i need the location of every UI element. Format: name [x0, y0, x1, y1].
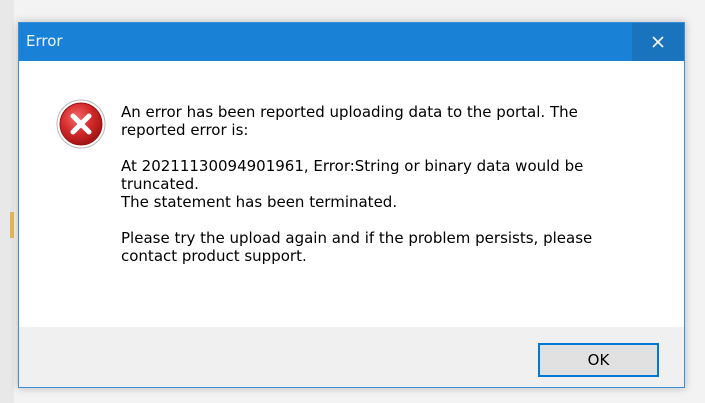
error-x-icon [56, 99, 106, 149]
message-error-detail: At 20211130094901961, Error:String or bi… [121, 157, 661, 211]
message-line: At 20211130094901961, Error:String or bi… [121, 157, 584, 175]
title-bar[interactable]: Error [19, 23, 684, 61]
message-line: truncated. [121, 175, 199, 193]
message-instructions: Please try the upload again and if the p… [121, 229, 661, 265]
close-button[interactable] [632, 23, 684, 61]
dialog-footer: OK [19, 327, 684, 387]
close-icon [652, 36, 664, 48]
message-line: The statement has been terminated. [121, 193, 398, 211]
message-line: reported error is: [121, 121, 249, 139]
dialog-title: Error [26, 32, 63, 50]
message-intro: An error has been reported uploading dat… [121, 103, 661, 139]
dialog-content: An error has been reported uploading dat… [19, 61, 684, 327]
background-highlight [10, 212, 14, 238]
error-message: An error has been reported uploading dat… [121, 103, 661, 283]
background-window-edge [0, 0, 14, 403]
ok-button[interactable]: OK [538, 343, 659, 377]
message-line: contact product support. [121, 247, 307, 265]
ok-button-label: OK [587, 351, 610, 369]
error-dialog: Error An error has been reported uploadi… [18, 22, 685, 388]
message-line: An error has been reported uploading dat… [121, 103, 578, 121]
message-line: Please try the upload again and if the p… [121, 229, 593, 247]
